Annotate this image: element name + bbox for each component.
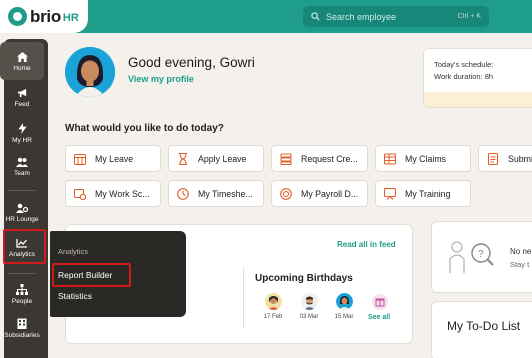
search-shortcut: Ctrl + K [457, 13, 481, 20]
brio-logo-icon [8, 7, 27, 26]
view-profile-link[interactable]: View my profile [128, 74, 194, 84]
brand-suffix: HR [62, 11, 79, 24]
empty-state-illustration: ? [449, 241, 494, 273]
schedule-card: Today's schedule: Work duration: 8h [423, 48, 532, 108]
birthday-item[interactable]: 15 Mar [329, 293, 359, 320]
sidebar-item-label: HR Lounge [5, 216, 39, 223]
quick-action-my-work-schedule[interactable]: My Work Sc... [65, 180, 161, 207]
flyout-heading: Analytics [58, 247, 89, 256]
sidebar-item-label: My HR [12, 137, 32, 144]
brand-name: brio [30, 6, 61, 26]
home-icon [16, 52, 28, 62]
work-duration: Work duration: 8h [434, 72, 494, 81]
org-chart-icon [16, 284, 28, 295]
quick-action-label: Apply Leave [198, 153, 247, 164]
sidebar-item-label: Subsidiaries [4, 332, 40, 339]
sidebar-item-people[interactable]: People [0, 284, 44, 305]
sidebar-item-feed[interactable]: Feed [0, 88, 44, 108]
clock-icon [177, 187, 189, 200]
stack-icon [280, 152, 292, 165]
quick-action-my-leave[interactable]: My Leave [65, 145, 161, 172]
sidebar-item-subsidiaries[interactable]: Subsidiaries [0, 318, 44, 339]
analytics-highlight-box [3, 229, 46, 264]
quick-action-label: Request Cre... [301, 153, 358, 164]
sidebar-item-hr-lounge[interactable]: HR Lounge [0, 203, 44, 223]
search-icon [311, 12, 320, 21]
svg-text:?: ? [478, 249, 484, 260]
birthday-date: 15 Mar [334, 314, 354, 320]
sidebar-item-label: Feed [14, 101, 30, 108]
sidebar-item-label: People [11, 298, 33, 305]
menu-item-statistics[interactable]: Statistics [58, 291, 92, 301]
document-icon [487, 152, 499, 165]
quick-action-label: My Timeshe... [198, 188, 253, 199]
birthday-item[interactable]: 17 Feb [258, 293, 288, 320]
sidebar-item-label: Home [13, 65, 31, 72]
calendar-clock-icon [74, 188, 86, 200]
quick-action-my-payroll[interactable]: My Payroll D... [271, 180, 368, 207]
upcoming-birthdays-title: Upcoming Birthdays [255, 273, 353, 284]
user-avatar-illustration [65, 47, 115, 97]
sidebar-item-my-hr[interactable]: My HR [0, 123, 44, 144]
birthday-date: 03 Mar [299, 314, 319, 320]
team-icon [16, 157, 28, 167]
search-input[interactable]: Search employee Ctrl + K [303, 6, 489, 27]
sidebar-item-home[interactable]: Home [0, 42, 44, 80]
quick-action-label: Submi [508, 153, 532, 164]
quick-action-submit[interactable]: Submi [478, 145, 532, 172]
quick-action-my-timesheet[interactable]: My Timeshe... [168, 180, 264, 207]
read-all-link[interactable]: Read all in feed [337, 240, 396, 249]
presentation-icon [384, 187, 396, 200]
person-avatar [300, 293, 318, 310]
avatar[interactable] [65, 47, 115, 97]
birthday-item[interactable]: 03 Mar [294, 293, 324, 320]
person-avatar [335, 293, 353, 310]
sidebar-divider [8, 190, 36, 191]
quick-action-my-training[interactable]: My Training [375, 180, 471, 207]
quick-action-label: My Claims [405, 153, 447, 164]
quick-action-request-credit[interactable]: Request Cre... [271, 145, 368, 172]
quick-action-label: My Work Sc... [95, 188, 150, 199]
sidebar-item-team[interactable]: Team [0, 157, 44, 177]
sidebar-item-label: Team [14, 170, 30, 177]
quick-actions-title: What would you like to do today? [65, 123, 224, 134]
birthday-date: 17 Feb [263, 314, 283, 320]
section-divider [243, 268, 244, 328]
table-icon [384, 152, 396, 165]
see-all-birthdays-link[interactable]: See all [368, 314, 390, 321]
gift-icon[interactable] [372, 294, 388, 310]
megaphone-icon [17, 88, 26, 98]
quick-action-my-claims[interactable]: My Claims [375, 145, 471, 172]
report-builder-highlight-box [52, 263, 131, 287]
quick-action-label: My Payroll D... [301, 188, 359, 199]
person-gear-icon [16, 203, 28, 213]
coin-icon [280, 187, 292, 200]
greeting-text: Good evening, Gowri [128, 55, 255, 70]
building-icon [17, 318, 27, 329]
notifications-empty-title: No ne [510, 247, 532, 256]
person-avatar [264, 293, 282, 310]
quick-action-label: My Leave [95, 153, 134, 164]
schedule-strip [424, 92, 532, 107]
sidebar [4, 39, 48, 358]
search-placeholder: Search employee [326, 11, 397, 22]
lightning-icon [17, 123, 27, 134]
quick-action-apply-leave[interactable]: Apply Leave [168, 145, 264, 172]
schedule-label: Today's schedule: [434, 60, 494, 69]
hourglass-icon [179, 152, 187, 165]
sidebar-divider [8, 273, 36, 274]
quick-action-label: My Training [405, 188, 451, 199]
calendar-grid-icon [74, 153, 86, 165]
brand-logo[interactable]: brio HR [0, 0, 88, 33]
todo-list-title: My To-Do List [447, 319, 521, 333]
notifications-empty-subtitle: Stay t [510, 260, 530, 269]
